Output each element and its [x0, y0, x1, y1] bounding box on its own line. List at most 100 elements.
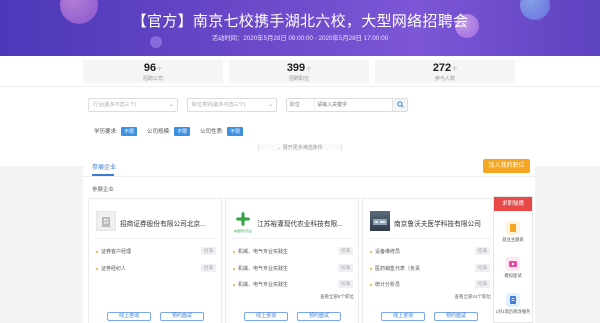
book-interview-button[interactable]: 预约面试	[297, 312, 341, 321]
job-title: 机械、电气专业实践生	[238, 249, 289, 255]
sidebar-item-label: 就业主题班	[502, 237, 524, 242]
divider	[368, 238, 491, 239]
divider	[231, 238, 354, 239]
job-status-tag: 招满	[201, 247, 216, 255]
stat-jobs-value: 399	[286, 62, 306, 74]
job-status-tag: 招满	[201, 264, 216, 272]
stat-participants-label: 参与人数	[434, 76, 455, 82]
stat-participants-value: 272	[432, 62, 452, 74]
sidebar-item-resume[interactable]: 1对1简历修改服务	[494, 293, 532, 315]
company-card[interactable]: 南京鲁沃夫医学科技有限公司 设备维修员 招满 医药销售代表（负责 招满 统计分析员招…	[362, 198, 496, 323]
job-status-tag: 招满	[338, 280, 353, 288]
job-status-tag: 招满	[475, 280, 490, 288]
company-card[interactable]: 招商证券股份有限公司北京... 证券客户经理 招满 证券经纪人 招满 线上咨询 预约…	[88, 198, 222, 323]
job-item[interactable]: 设备维修员 招满	[370, 247, 490, 255]
sidebar-item-course[interactable]: 就业主题班	[494, 221, 532, 243]
book-interview-button[interactable]: 预约面试	[434, 312, 478, 321]
job-item[interactable]: 证券客户经理 招满	[96, 247, 216, 255]
sidebar-title: 求职秘籍	[494, 197, 532, 211]
logo-caption: 裕灌现代农业	[233, 229, 252, 233]
book-interview-button[interactable]: 预约面试	[160, 312, 204, 321]
nature-label: 公司性质:	[200, 129, 224, 135]
job-status-tag: 招满	[338, 247, 353, 255]
job-item[interactable]: 统计分析员 招满	[370, 280, 490, 288]
stat-jobs: 399个 招聘职位	[229, 60, 369, 83]
stat-jobs-unit: 个	[306, 67, 312, 73]
job-title: 机械、电气专业实践生	[238, 266, 289, 272]
search-button[interactable]	[392, 99, 407, 111]
view-all-jobs-link[interactable]: 查看全部24个职位	[454, 294, 491, 300]
sidebar-item-mock-interview[interactable]: 模拟面试	[494, 257, 532, 279]
job-title: 设备维修员	[375, 249, 401, 255]
company-name[interactable]: 江苏裕灌现代农业科技有限...	[257, 218, 355, 228]
join-job-button[interactable]: 加入我的职位	[483, 159, 530, 173]
book-icon	[506, 221, 520, 235]
job-title: 证券经纪人	[101, 266, 127, 272]
company-logo	[96, 211, 116, 231]
divider	[83, 176, 535, 177]
leaf-logo-icon	[236, 212, 250, 226]
job-title: 统计分析员	[375, 282, 401, 288]
section-title: 参展企业	[92, 187, 115, 193]
education-option[interactable]: 不限	[121, 127, 138, 136]
job-item[interactable]: 证券经纪人 招满	[96, 264, 216, 272]
nature-filter: 公司性质: 不限	[200, 127, 244, 136]
photo-icon	[373, 219, 387, 225]
scale-label: 公司规模:	[147, 129, 171, 135]
divider	[94, 238, 217, 239]
search-type-select[interactable]: 职位	[287, 99, 315, 111]
scale-option[interactable]: 不限	[174, 127, 191, 136]
event-banner: 【官方】南京七校携手湖北六校，大型网络招聘会 活动时间：2020年5月28日 0…	[0, 0, 600, 56]
company-card[interactable]: 裕灌现代农业 江苏裕灌现代农业科技有限... 机械、电气专业实践生 招满 机械、电…	[225, 198, 359, 323]
job-category-select[interactable]: 职位类别(最多可选三个) ⌄	[187, 98, 277, 112]
search-type-label: 职位	[290, 102, 301, 108]
education-filter: 学历要求: 不限	[94, 127, 138, 136]
company-logo	[370, 211, 390, 231]
tab-companies[interactable]: 参展企业	[92, 162, 116, 171]
stat-companies-value: 96	[143, 62, 157, 74]
stat-participants: 272个 参与人数	[375, 60, 515, 83]
stats-bar: 96个 招聘公司 399个 招聘职位 272个 参与人数	[0, 56, 600, 86]
online-consult-button[interactable]: 线上咨询	[244, 312, 288, 321]
company-name[interactable]: 南京鲁沃夫医学科技有限公司	[394, 218, 492, 228]
building-icon	[102, 217, 110, 227]
job-tips-sidebar: 求职秘籍 就业主题班 模拟面试 1对1简历修改服务	[493, 196, 533, 323]
job-item[interactable]: 医药销售代表（负责 招满	[370, 264, 490, 272]
resume-icon	[506, 293, 520, 307]
scale-filter: 公司规模: 不限	[147, 127, 191, 136]
stat-companies-label: 招聘公司	[142, 76, 163, 82]
job-title: 医药销售代表（负责	[375, 266, 421, 272]
video-icon	[506, 257, 520, 271]
event-title: 【官方】南京七校携手湖北六校，大型网络招聘会	[131, 12, 469, 30]
chevron-down-icon: ⌄	[267, 102, 273, 108]
job-item[interactable]: 机械、电气专业实践生 招满	[233, 280, 353, 288]
job-status-tag: 招满	[475, 264, 490, 272]
nature-option[interactable]: 不限	[227, 127, 244, 136]
chevron-down-icon: ⌄	[168, 102, 174, 108]
industry-select-placeholder: 行业(最多可选三个)	[93, 102, 137, 108]
stat-participants-unit: 个	[452, 67, 458, 73]
stat-companies-unit: 个	[157, 67, 163, 73]
job-status-tag: 招满	[338, 264, 353, 272]
job-status-tag: 招满	[475, 247, 490, 255]
sidebar-item-label: 1对1简历修改服务	[495, 309, 531, 314]
view-all-jobs-link[interactable]: 查看全部8个职位	[320, 294, 354, 300]
stat-jobs-label: 招聘职位	[288, 76, 309, 82]
job-title: 证券客户经理	[101, 249, 132, 255]
job-category-placeholder: 职位类别(最多可选三个)	[192, 102, 246, 108]
stat-companies: 96个 招聘公司	[83, 60, 223, 83]
company-name[interactable]: 招商证券股份有限公司北京...	[120, 218, 218, 228]
job-item[interactable]: 机械、电气专业实践生 招满	[233, 264, 353, 272]
sidebar-item-label: 模拟面试	[504, 273, 522, 278]
event-time: 活动时间：2020年5月28日 09:00:00 - 2020年5月28日 17…	[211, 35, 389, 42]
industry-select[interactable]: 行业(最多可选三个) ⌄	[88, 98, 178, 112]
company-list-panel: 参展企业 加入我的职位 参展企业 招商证券股份有限公司北京... 证券客户经理招…	[83, 151, 535, 323]
job-item[interactable]: 机械、电气专业实践生 招满	[233, 247, 353, 255]
online-consult-button[interactable]: 线上咨询	[381, 312, 425, 321]
search-box: 职位	[286, 98, 408, 112]
online-consult-button[interactable]: 线上咨询	[107, 312, 151, 321]
search-icon	[397, 101, 404, 108]
education-label: 学历要求:	[94, 129, 118, 135]
search-input[interactable]	[317, 100, 391, 110]
job-title: 机械、电气专业实践生	[238, 282, 289, 288]
